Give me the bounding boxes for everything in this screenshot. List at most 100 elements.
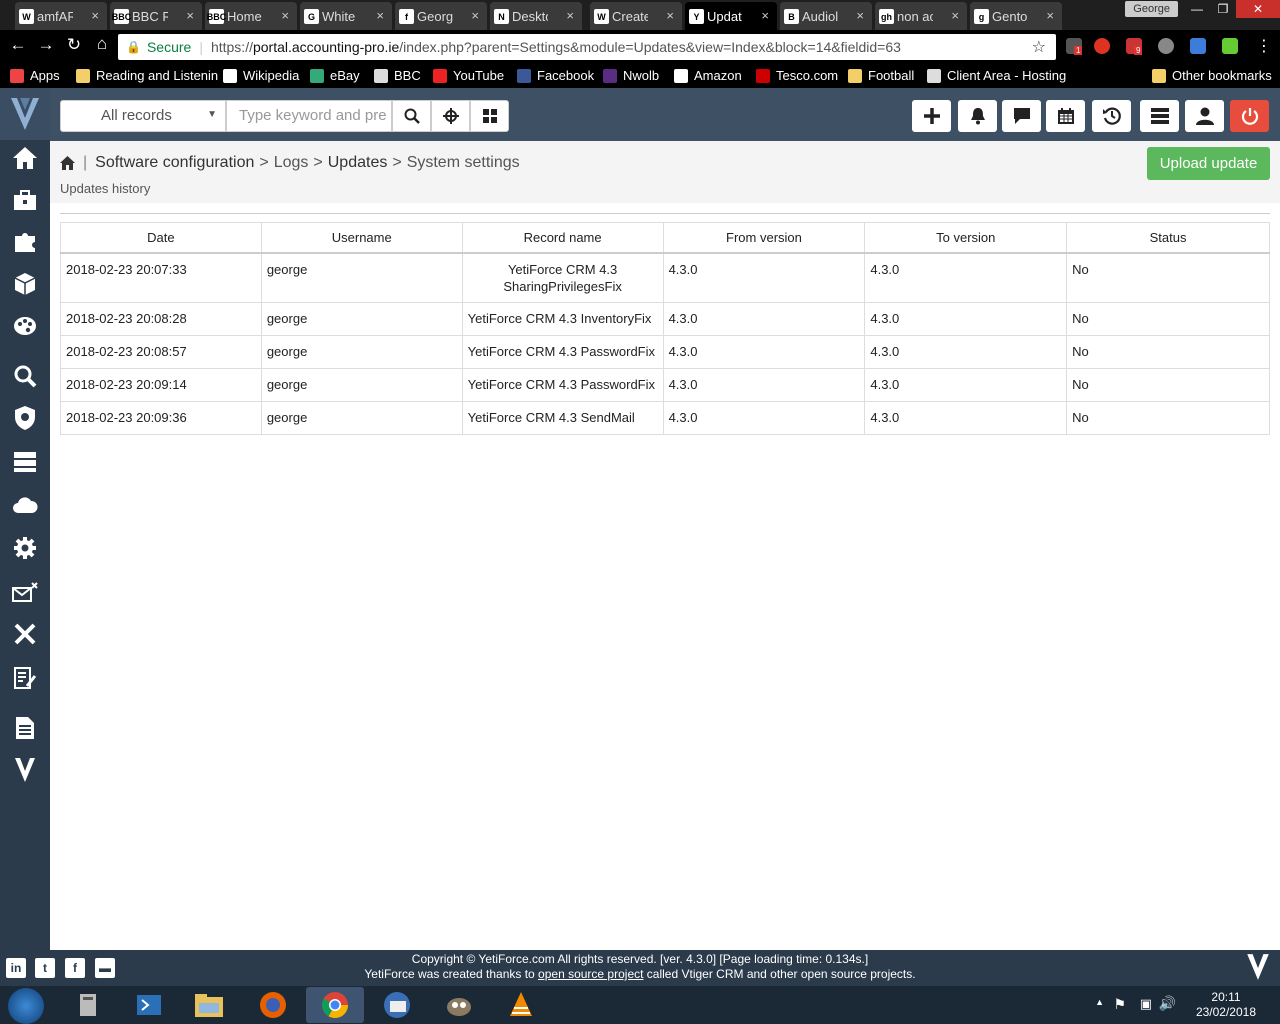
gear-icon[interactable] (11, 534, 39, 562)
tab-close-icon[interactable]: × (186, 8, 194, 23)
tab-close-icon[interactable]: × (761, 8, 769, 23)
chrome-menu-icon[interactable]: ⋮ (1250, 36, 1278, 56)
chat-button[interactable] (1002, 100, 1041, 132)
extension-opera-icon[interactable] (1094, 38, 1110, 54)
address-bar[interactable]: 🔒 Secure | https://portal.accounting-pro… (118, 34, 1056, 60)
yetiforce-logo[interactable] (0, 88, 50, 140)
quick-create-button[interactable] (912, 100, 951, 132)
extension-check-icon[interactable] (1222, 38, 1238, 54)
bookmark-item[interactable]: Apps (10, 68, 60, 83)
breadcrumb-item-system-settings[interactable]: System settings (407, 154, 520, 172)
mail-settings-icon[interactable] (11, 578, 39, 606)
breadcrumb-item-software-configuration[interactable]: Software configuration (95, 154, 254, 172)
upload-update-button[interactable]: Upload update (1147, 147, 1270, 180)
history-button[interactable] (1092, 100, 1131, 132)
bookmark-item[interactable]: YouTube (433, 68, 504, 83)
home-icon[interactable] (60, 156, 75, 170)
taskbar-vlc-icon[interactable] (492, 987, 550, 1023)
browser-tab[interactable]: BBC Home × (205, 2, 297, 30)
tab-close-icon[interactable]: × (1046, 8, 1054, 23)
close-window-button[interactable]: ✕ (1236, 0, 1280, 18)
tray-flag-icon[interactable]: ⚑ (1113, 996, 1126, 1013)
forward-icon[interactable]: → (32, 35, 60, 55)
bookmark-item[interactable]: Football (848, 68, 914, 83)
home-icon[interactable] (11, 144, 39, 172)
tab-close-icon[interactable]: × (666, 8, 674, 23)
table-row[interactable]: 2018-02-23 20:09:14 george YetiForce CRM 4… (60, 368, 1270, 402)
bookmark-item[interactable]: Tesco.com (756, 68, 838, 83)
cloud-icon[interactable] (11, 490, 39, 518)
taskbar-file-manager-icon[interactable] (60, 987, 118, 1023)
extension-alert-icon[interactable]: 1 (1066, 38, 1083, 55)
tab-close-icon[interactable]: × (376, 8, 384, 23)
table-row[interactable]: 2018-02-23 20:07:33 george YetiForce CRM 4… (60, 252, 1270, 303)
briefcase-icon[interactable] (11, 186, 39, 214)
browser-tab[interactable]: f Georg × (395, 2, 487, 30)
table-row[interactable]: 2018-02-23 20:09:36 george YetiForce CRM 4… (60, 401, 1270, 435)
tab-close-icon[interactable]: × (951, 8, 959, 23)
tray-expand-icon[interactable]: ▲ (1095, 997, 1104, 1007)
tray-network-icon[interactable]: ▣ (1140, 996, 1152, 1012)
extension-globe-icon[interactable] (1158, 38, 1174, 54)
advanced-search-button[interactable] (431, 100, 470, 132)
taskbar-thunderbird-icon[interactable] (368, 987, 426, 1023)
tab-close-icon[interactable]: × (566, 8, 574, 23)
bookmark-item[interactable]: Client Area - Hosting (927, 68, 1066, 83)
browser-tab[interactable]: W Create × (590, 2, 682, 30)
bookmark-item[interactable]: Nwolb (603, 68, 659, 83)
breadcrumb-item-logs[interactable]: Logs (274, 154, 309, 172)
browser-tab[interactable]: gh non ac × (875, 2, 967, 30)
back-icon[interactable]: ← (4, 35, 32, 55)
grid-button[interactable] (470, 100, 509, 132)
tab-close-icon[interactable]: × (471, 8, 479, 23)
tab-close-icon[interactable]: × (856, 8, 864, 23)
puzzle-icon[interactable] (11, 228, 39, 256)
bookmark-item[interactable]: Other bookmarks (1152, 68, 1272, 83)
search-button[interactable] (392, 100, 431, 132)
notifications-button[interactable] (958, 100, 997, 132)
tab-close-icon[interactable]: × (91, 8, 99, 23)
bookmark-item[interactable]: eBay (310, 68, 360, 83)
server-icon[interactable] (11, 448, 39, 476)
yeti-icon[interactable] (11, 756, 39, 784)
extension-b-icon[interactable] (1190, 38, 1206, 54)
minimize-button[interactable]: — (1184, 0, 1210, 18)
home-icon[interactable]: ⌂ (88, 34, 116, 54)
edit-document-icon[interactable] (11, 664, 39, 692)
bookmark-item[interactable]: Wikipedia (223, 68, 299, 83)
browser-tab[interactable]: WamfAR × (15, 2, 107, 30)
breadcrumb-item-updates[interactable]: Updates (328, 154, 388, 172)
profile-button[interactable]: George (1125, 1, 1178, 17)
taskbar-firefox-icon[interactable] (244, 987, 302, 1023)
shield-icon[interactable] (11, 404, 39, 432)
keyword-search-input[interactable]: Type keyword and pre (226, 100, 392, 132)
calendar-button[interactable] (1046, 100, 1085, 132)
palette-icon[interactable] (11, 312, 39, 340)
extension-gmail-icon[interactable]: 9 (1126, 38, 1143, 55)
bookmark-item[interactable]: BBC (374, 68, 421, 83)
taskbar-powershell-icon[interactable] (120, 987, 178, 1023)
browser-tab[interactable]: BBCBBC Ra × (110, 2, 202, 30)
cube-icon[interactable] (11, 270, 39, 298)
start-button[interactable] (8, 988, 44, 1024)
bookmark-item[interactable]: Reading and Listenin (76, 68, 218, 83)
reload-icon[interactable]: ↻ (60, 35, 88, 55)
browser-tab[interactable]: G White × (300, 2, 392, 30)
table-row[interactable]: 2018-02-23 20:08:28 george YetiForce CRM 4… (60, 302, 1270, 336)
browser-tab[interactable]: Y Updat × (685, 2, 777, 30)
tools-icon[interactable] (11, 620, 39, 648)
bookmark-item[interactable]: Amazon (674, 68, 742, 83)
user-profile-button[interactable] (1185, 100, 1224, 132)
taskbar-gimp-icon[interactable] (430, 987, 488, 1023)
taskbar-clock[interactable]: 20:11 23/02/2018 (1196, 990, 1256, 1020)
browser-tab[interactable]: B Audiol × (780, 2, 872, 30)
record-select[interactable]: All records ▼ (60, 100, 226, 132)
taskbar-explorer-icon[interactable] (180, 987, 238, 1023)
table-row[interactable]: 2018-02-23 20:08:57 george YetiForce CRM 4… (60, 335, 1270, 369)
browser-tab[interactable]: NDeskto × (490, 2, 582, 30)
browser-tab[interactable]: g Gento × (970, 2, 1062, 30)
logout-button[interactable] (1230, 100, 1269, 132)
open-source-link[interactable]: open source project (538, 967, 643, 981)
tray-volume-icon[interactable]: 🔊 (1159, 995, 1176, 1012)
tab-close-icon[interactable]: × (281, 8, 289, 23)
